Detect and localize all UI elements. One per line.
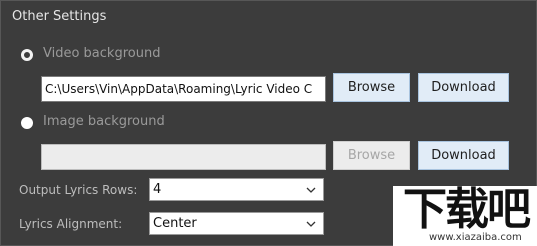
image-path-field [41, 144, 326, 170]
image-background-radio[interactable] [21, 117, 33, 129]
video-download-button[interactable]: Download [418, 73, 509, 102]
alignment-label: Lyrics Alignment: [19, 217, 123, 231]
output-rows-select[interactable]: 4 [149, 178, 324, 201]
watermark-url: www.xiazaiba.com [429, 232, 522, 243]
group-title: Other Settings [12, 9, 107, 24]
video-browse-button[interactable]: Browse [333, 73, 410, 102]
watermark: 下载吧 www.xiazaiba.com [393, 186, 537, 246]
watermark-logo: 下载吧 [403, 184, 531, 235]
image-browse-button: Browse [333, 141, 410, 170]
chevron-down-icon[interactable] [305, 184, 317, 196]
video-background-label[interactable]: Video background [43, 46, 160, 61]
chevron-down-icon[interactable] [305, 218, 317, 230]
alignment-select[interactable]: Center [149, 212, 324, 235]
image-background-label[interactable]: Image background [43, 114, 165, 129]
image-download-button[interactable]: Download [418, 141, 509, 170]
alignment-value: Center [153, 216, 197, 231]
output-rows-value: 4 [153, 182, 162, 197]
video-path-field[interactable]: C:\Users\Vin\AppData\Roaming\Lyric Video… [41, 76, 326, 102]
output-rows-label: Output Lyrics Rows: [19, 183, 138, 197]
video-background-radio[interactable] [21, 49, 33, 61]
